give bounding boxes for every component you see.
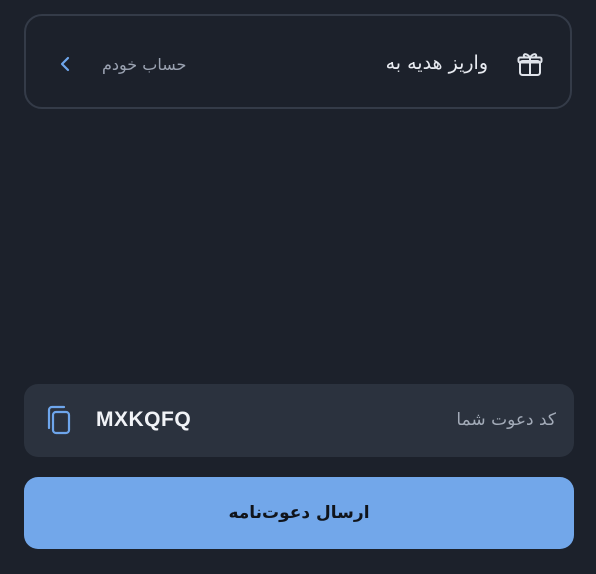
account-selector-label: حساب خودم xyxy=(102,54,187,74)
gift-deposit-card: واریز هدیه به حساب خودم xyxy=(24,14,572,109)
account-selector[interactable]: حساب خودم xyxy=(50,42,186,86)
gift-deposit-title: واریز هدیه به xyxy=(385,52,488,74)
copy-button[interactable] xyxy=(42,403,76,437)
invite-code-label: کد دعوت شما xyxy=(456,410,556,430)
copy-icon[interactable] xyxy=(44,404,74,436)
invite-code-value: MXKQFQ xyxy=(96,408,192,431)
gift-icon xyxy=(516,50,544,78)
invite-code-box: کد دعوت شما MXKQFQ xyxy=(24,384,574,457)
send-invitation-button[interactable]: ارسال دعوت‌نامه xyxy=(24,477,574,549)
chevron-left-icon[interactable] xyxy=(56,55,74,73)
